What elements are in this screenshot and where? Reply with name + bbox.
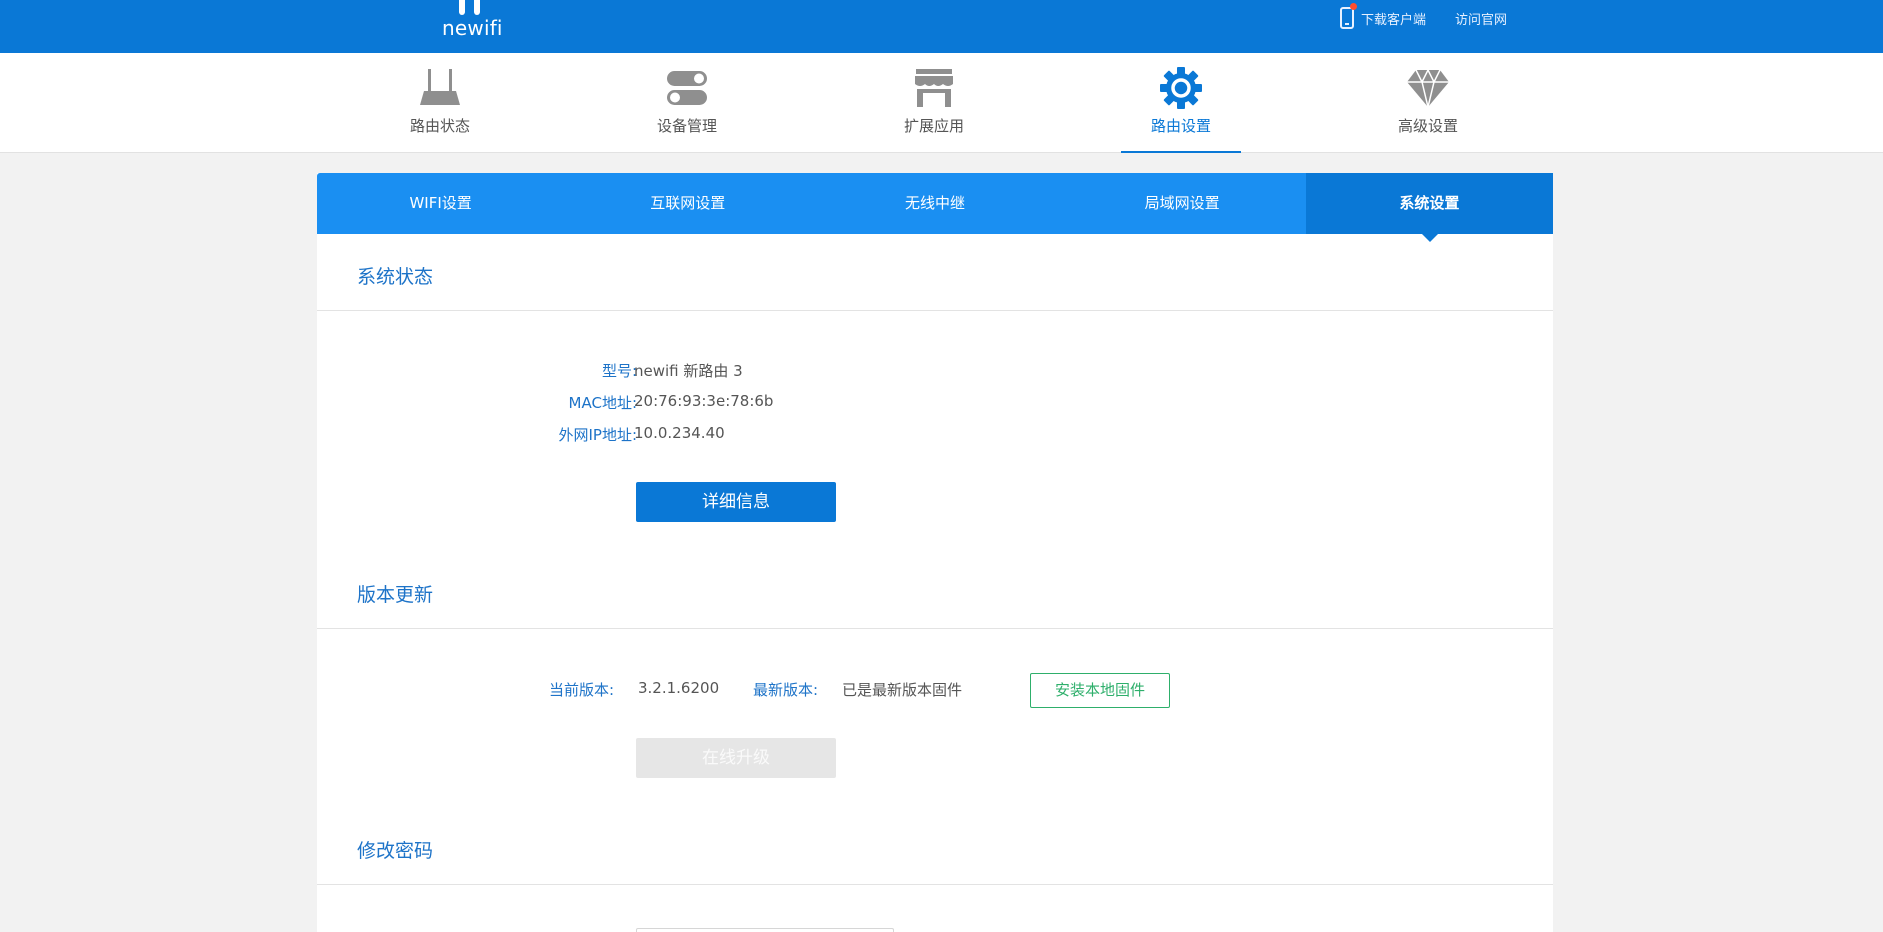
tab-label: 系统设置 (1399, 194, 1459, 212)
info-row-mac: MAC地址: 20:76:93:3e:78:6b (317, 392, 1317, 416)
top-bar: newifi 下载客户端 访问官网 (0, 0, 1883, 53)
section-title-system-status: 系统状态 (357, 262, 433, 289)
mac-label: MAC地址: (569, 392, 637, 413)
router-icon (418, 67, 462, 109)
top-links: 下载客户端 访问官网 (1340, 8, 1507, 28)
nav-label: 扩展应用 (874, 115, 994, 136)
toggle-icon (665, 67, 709, 109)
tab-internet-settings[interactable]: 互联网设置 (564, 173, 811, 234)
latest-version-label: 最新版本: (753, 679, 818, 700)
section-divider (317, 628, 1553, 629)
current-version-value: 3.2.1.6200 (638, 679, 719, 697)
active-tab-caret (1422, 234, 1438, 242)
nav-item-advanced-settings[interactable]: 高级设置 (1368, 53, 1488, 153)
diamond-icon (1406, 67, 1450, 109)
nav-label: 路由状态 (380, 115, 500, 136)
section-divider (317, 884, 1553, 885)
newifi-logo[interactable]: newifi (440, 0, 504, 42)
nav-label: 高级设置 (1368, 115, 1488, 136)
details-button[interactable]: 详细信息 (636, 482, 836, 522)
tab-wifi-settings[interactable]: WIFI设置 (317, 173, 564, 234)
visit-site-link[interactable]: 访问官网 (1455, 9, 1507, 28)
section-divider (317, 310, 1553, 311)
logo-mark-right (474, 0, 480, 15)
logo-mark-left (459, 0, 465, 15)
nav-item-extensions[interactable]: 扩展应用 (874, 53, 994, 153)
store-icon (912, 67, 956, 109)
nav-item-router-settings[interactable]: 路由设置 (1121, 53, 1241, 153)
tab-system-settings[interactable]: 系统设置 (1306, 173, 1553, 234)
settings-card: WIFI设置 互联网设置 无线中继 局域网设置 系统设置 系统状态 型号: ne… (317, 173, 1553, 932)
active-nav-underline (1121, 151, 1241, 153)
main-nav: 路由状态 设备管理 扩展应用 (0, 53, 1883, 153)
nav-label: 设备管理 (627, 115, 747, 136)
tab-lan-settings[interactable]: 局域网设置 (1059, 173, 1306, 234)
model-value: newifi 新路由 3 (634, 360, 743, 381)
mac-value: 20:76:93:3e:78:6b (634, 392, 773, 410)
nav-label: 路由设置 (1121, 115, 1241, 136)
model-label: 型号: (602, 360, 637, 381)
gear-icon (1159, 67, 1203, 109)
password-input[interactable] (636, 928, 894, 932)
nav-item-router-status[interactable]: 路由状态 (380, 53, 500, 153)
install-local-firmware-button[interactable]: 安装本地固件 (1030, 673, 1170, 708)
sub-nav: WIFI设置 互联网设置 无线中继 局域网设置 系统设置 (317, 173, 1553, 234)
info-row-model: 型号: newifi 新路由 3 (317, 360, 1317, 384)
info-row-wan-ip: 外网IP地址: 10.0.234.40 (317, 424, 1317, 448)
tab-wireless-repeater[interactable]: 无线中继 (811, 173, 1058, 234)
wan-ip-value: 10.0.234.40 (634, 424, 725, 442)
phone-icon (1340, 7, 1354, 29)
current-version-label: 当前版本: (549, 679, 614, 700)
download-client-link[interactable]: 下载客户端 (1361, 9, 1426, 28)
section-title-version-update: 版本更新 (357, 580, 433, 607)
online-upgrade-button[interactable]: 在线升级 (636, 738, 836, 778)
logo-text: newifi (442, 16, 503, 40)
latest-version-value: 已是最新版本固件 (842, 679, 962, 700)
section-title-change-password: 修改密码 (357, 836, 433, 863)
notification-dot (1350, 3, 1357, 10)
nav-item-device-management[interactable]: 设备管理 (627, 53, 747, 153)
wan-ip-label: 外网IP地址: (558, 424, 637, 445)
